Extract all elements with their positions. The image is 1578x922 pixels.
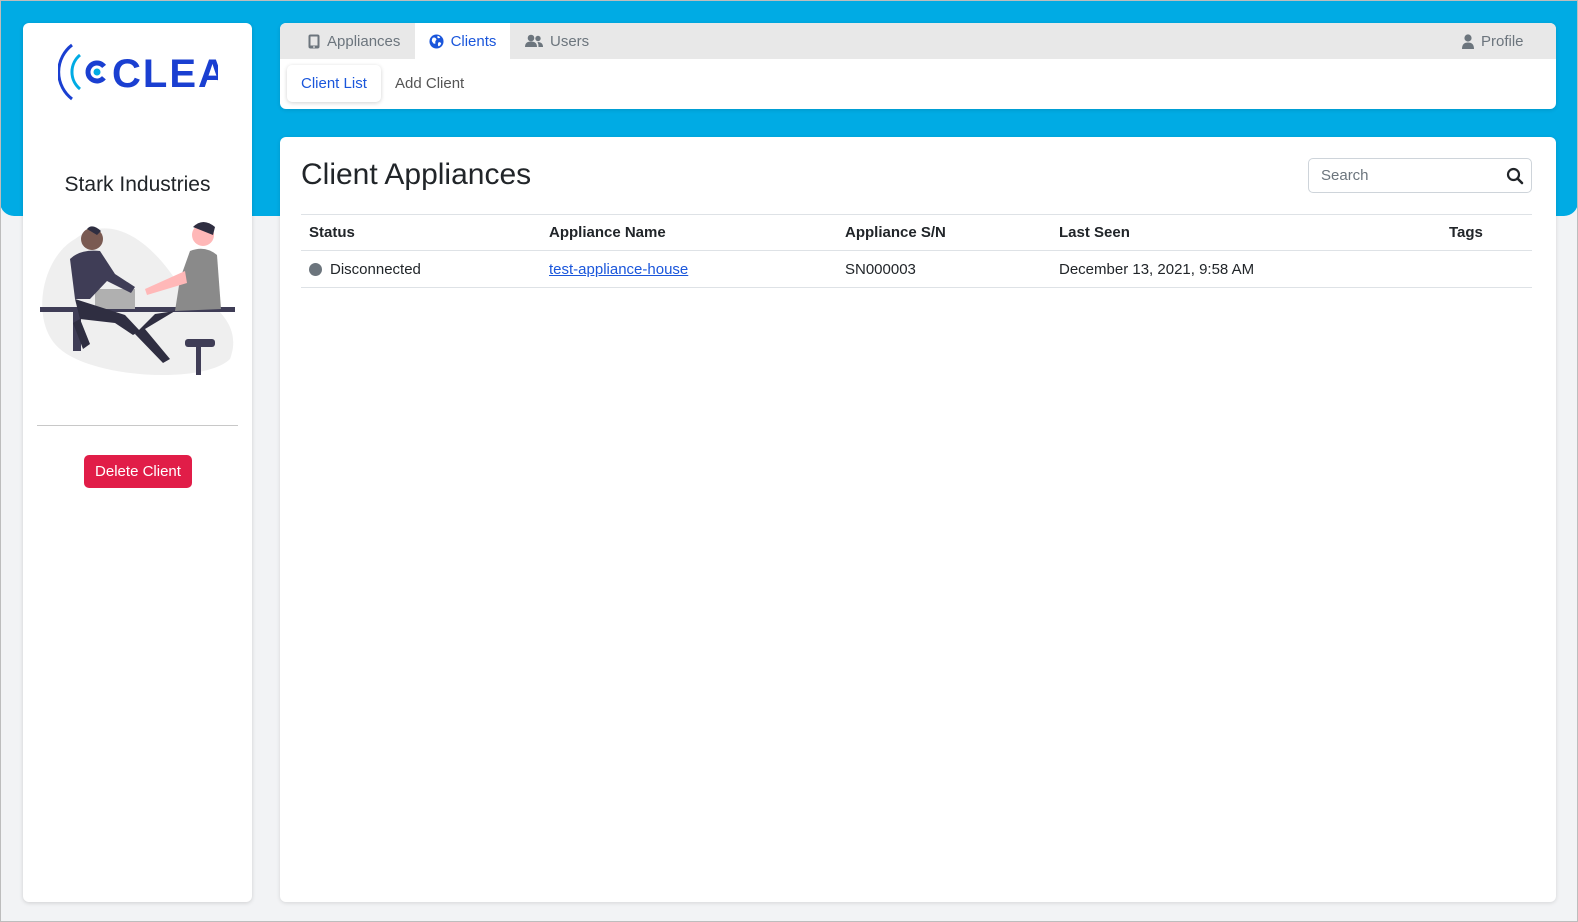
tab-label: Appliances xyxy=(327,32,401,50)
globe-icon xyxy=(429,33,444,49)
subtab-client-list[interactable]: Client List xyxy=(287,65,381,102)
top-navigation: Appliances Clients Users Profile Client … xyxy=(280,23,1556,109)
sub-tabs: Client List Add Client xyxy=(280,59,1556,109)
appliances-table: Status Appliance Name Appliance S/N Last… xyxy=(301,214,1532,288)
delete-client-button[interactable]: Delete Client xyxy=(84,455,192,488)
column-header-tags[interactable]: Tags xyxy=(1441,214,1532,251)
appliance-name-cell: test-appliance-house xyxy=(541,250,837,288)
user-icon xyxy=(1462,33,1474,49)
users-icon xyxy=(525,34,543,47)
tablet-icon xyxy=(308,34,320,48)
search-box xyxy=(1308,158,1532,193)
last-seen-cell: December 13, 2021, 9:58 AM xyxy=(1051,250,1441,288)
handshake-illustration xyxy=(40,222,235,376)
subtab-add-client[interactable]: Add Client xyxy=(381,65,478,102)
profile-link[interactable]: Profile xyxy=(1462,23,1524,59)
table-header-row: Status Appliance Name Appliance S/N Last… xyxy=(301,214,1532,251)
tab-clients[interactable]: Clients xyxy=(415,23,510,59)
table-row[interactable]: Disconnected test-appliance-house SN0000… xyxy=(301,250,1532,288)
tab-label: Users xyxy=(550,32,590,50)
column-header-appliance-name[interactable]: Appliance Name xyxy=(541,214,837,251)
profile-label: Profile xyxy=(1481,32,1524,50)
client-name: Stark Industries xyxy=(64,173,211,196)
serial-cell: SN000003 xyxy=(837,250,1051,288)
search-input[interactable] xyxy=(1309,159,1499,192)
tab-appliances[interactable]: Appliances xyxy=(308,23,400,59)
status-cell: Disconnected xyxy=(301,250,541,288)
status-text: Disconnected xyxy=(330,260,421,278)
page-title: Client Appliances xyxy=(301,158,532,191)
client-appliances-panel: Client Appliances Status Appliance Name … xyxy=(280,137,1556,902)
column-header-serial[interactable]: Appliance S/N xyxy=(837,214,1051,251)
column-header-last-seen[interactable]: Last Seen xyxy=(1051,214,1441,251)
sidebar-divider xyxy=(37,425,238,426)
appliance-link[interactable]: test-appliance-house xyxy=(549,261,688,278)
tags-cell xyxy=(1441,250,1532,288)
svg-text:CLEA: CLEA xyxy=(112,52,218,96)
tab-users[interactable]: Users xyxy=(525,23,589,59)
search-icon[interactable] xyxy=(1505,166,1525,186)
status-indicator xyxy=(309,262,322,276)
clea-logo[interactable]: CLEA xyxy=(58,41,218,103)
main-tabs: Appliances Clients Users Profile xyxy=(280,23,1556,59)
tab-label: Clients xyxy=(450,32,497,50)
sidebar: CLEA Stark Industries Delete Client xyxy=(23,23,252,902)
column-header-status[interactable]: Status xyxy=(301,214,541,251)
